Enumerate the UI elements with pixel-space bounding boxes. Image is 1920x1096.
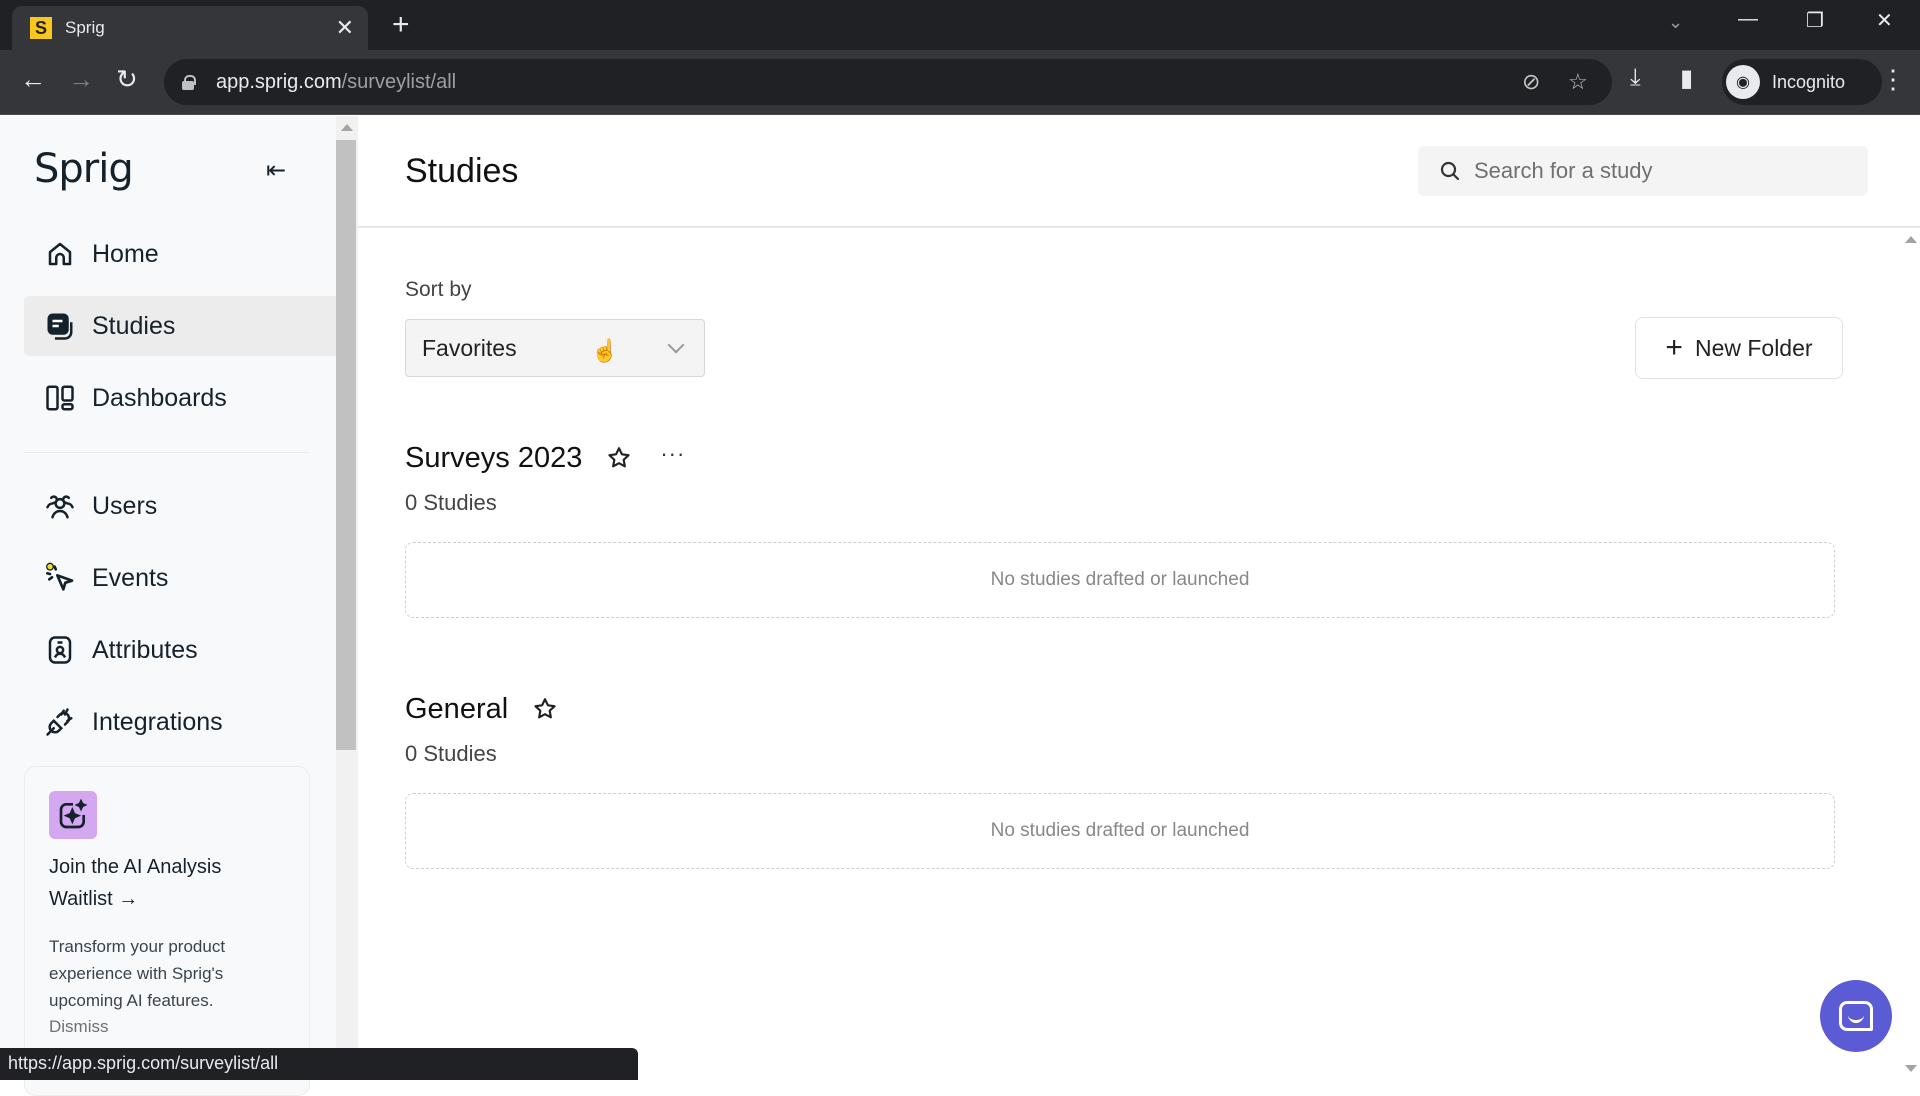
- search-icon: [1438, 159, 1462, 183]
- scroll-down-arrow-icon[interactable]: [1905, 1065, 1917, 1072]
- sidebar-item-integrations[interactable]: Integrations: [24, 692, 336, 752]
- sidebar-item-label: Home: [92, 239, 159, 268]
- sidebar-item-label: Dashboards: [92, 383, 227, 412]
- folder-more-options-icon[interactable]: ···: [660, 441, 685, 467]
- users-icon: [44, 490, 76, 522]
- sidebar-item-users[interactable]: Users: [24, 476, 336, 536]
- ai-waitlist-promo: Join the AI Analysis Waitlist → Transfor…: [24, 766, 310, 1096]
- sidebar-scroll-thumb[interactable]: [336, 140, 356, 750]
- new-tab-button[interactable]: +: [392, 10, 410, 40]
- main-content: Studies Sort by Favorites ☝ + New Folder…: [358, 116, 1920, 1080]
- sort-by-select[interactable]: Favorites ☝: [405, 319, 705, 377]
- eye-off-icon[interactable]: ⊘: [1522, 69, 1540, 95]
- minimize-icon[interactable]: —: [1738, 8, 1758, 31]
- attributes-icon: [44, 634, 76, 666]
- bookmark-star-icon[interactable]: ☆: [1568, 69, 1588, 95]
- studies-icon: [44, 310, 76, 342]
- sidebar-item-dashboards[interactable]: Dashboards: [24, 368, 336, 428]
- url-text: app.sprig.com/surveylist/all: [216, 70, 457, 93]
- study-search[interactable]: [1418, 146, 1868, 196]
- chat-bubble-icon: [1839, 1001, 1873, 1031]
- ai-waitlist-link[interactable]: Join the AI Analysis Waitlist →: [49, 851, 289, 915]
- favorite-star-icon[interactable]: [532, 696, 558, 722]
- scroll-up-arrow-icon[interactable]: [1905, 236, 1917, 243]
- events-icon: [44, 562, 76, 594]
- folder-name: General: [405, 692, 509, 725]
- browser-toolbar: ← → ↻ app.sprig.com/surveylist/all ⊘ ☆ ⤓…: [0, 50, 1920, 115]
- window-close-icon[interactable]: ✕: [1876, 8, 1893, 33]
- folder-study-count: 0 Studies: [405, 741, 497, 766]
- lock-icon: [182, 75, 196, 90]
- incognito-profile-button[interactable]: ◉ Incognito: [1722, 59, 1882, 105]
- home-icon: [44, 238, 76, 270]
- sidebar-item-label: Users: [92, 491, 158, 520]
- empty-folder-placeholder: No studies drafted or launched: [405, 542, 1835, 618]
- plus-icon: +: [1665, 331, 1683, 364]
- side-panel-icon[interactable]: ▮: [1680, 64, 1693, 93]
- new-folder-button[interactable]: + New Folder: [1635, 317, 1843, 379]
- browser-menu-icon[interactable]: ⋮: [1880, 64, 1906, 95]
- sidebar-item-studies[interactable]: Studies: [24, 296, 336, 356]
- sprig-favicon-icon: S: [30, 17, 52, 39]
- new-folder-label: New Folder: [1694, 334, 1813, 361]
- ai-sparkle-icon: [49, 791, 97, 839]
- sidebar-scrollbar[interactable]: [336, 116, 358, 1080]
- reload-button[interactable]: ↻: [116, 64, 138, 94]
- promo-dismiss-button[interactable]: Dismiss: [49, 1017, 109, 1037]
- sidebar-item-label: Studies: [92, 311, 176, 340]
- dashboards-icon: [44, 382, 76, 414]
- sidebar-item-label: Integrations: [92, 707, 223, 736]
- sidebar-item-label: Attributes: [92, 635, 198, 664]
- search-input[interactable]: [1474, 158, 1854, 184]
- folder-name: Surveys 2023: [405, 441, 583, 474]
- sort-by-label: Sort by: [405, 278, 472, 301]
- sidebar-item-home[interactable]: Home: [24, 224, 336, 284]
- incognito-label: Incognito: [1772, 71, 1846, 92]
- support-chat-button[interactable]: [1820, 980, 1892, 1052]
- sidebar: Sprig ⇤ Home Studies Dashboards Users Ev…: [0, 116, 336, 1096]
- sprig-app: Sprig ⇤ Home Studies Dashboards Users Ev…: [0, 116, 1920, 1096]
- integrations-icon: [44, 706, 76, 738]
- sidebar-item-label: Events: [92, 563, 169, 592]
- link-status-bar: https://app.sprig.com/surveylist/all: [0, 1048, 638, 1080]
- tab-close-icon[interactable]: ✕: [336, 15, 354, 41]
- sidebar-divider: [24, 452, 310, 453]
- tab-search-icon[interactable]: ⌄: [1668, 12, 1683, 33]
- address-bar[interactable]: app.sprig.com/surveylist/all ⊘ ☆: [164, 59, 1612, 105]
- restore-icon[interactable]: ❐: [1806, 8, 1824, 33]
- page-header: Studies: [358, 116, 1920, 228]
- sidebar-item-events[interactable]: Events: [24, 548, 336, 608]
- folder-study-count: 0 Studies: [405, 490, 497, 515]
- collapse-sidebar-icon[interactable]: ⇤: [266, 156, 286, 185]
- back-button[interactable]: ←: [20, 64, 46, 94]
- main-scrollbar[interactable]: [1900, 228, 1920, 1080]
- sort-selected-value: Favorites: [422, 334, 517, 361]
- download-icon[interactable]: ⤓: [1630, 64, 1641, 92]
- empty-folder-placeholder: No studies drafted or launched: [405, 793, 1835, 869]
- page-title: Studies: [405, 152, 519, 190]
- sidebar-item-attributes[interactable]: Attributes: [24, 620, 336, 680]
- folder-general: General 0 Studies No studies drafted or …: [405, 689, 1835, 869]
- forward-button[interactable]: →: [68, 64, 94, 94]
- incognito-icon: ◉: [1726, 65, 1760, 99]
- favorite-star-icon[interactable]: [606, 445, 632, 471]
- hand-cursor-icon: ☝: [591, 338, 619, 363]
- sprig-logo[interactable]: Sprig: [34, 146, 134, 192]
- browser-tab[interactable]: S Sprig ✕: [12, 6, 368, 50]
- promo-description: Transform your product experience with S…: [49, 937, 226, 1010]
- scroll-up-arrow-icon[interactable]: [341, 124, 353, 131]
- tab-title: Sprig: [65, 18, 105, 37]
- folder-surveys-2023: Surveys 2023 ··· 0 Studies No studies dr…: [405, 438, 1835, 618]
- chevron-down-icon: [667, 336, 685, 354]
- browser-tab-bar: S Sprig ✕ + ⌄ — ❐ ✕: [0, 0, 1920, 50]
